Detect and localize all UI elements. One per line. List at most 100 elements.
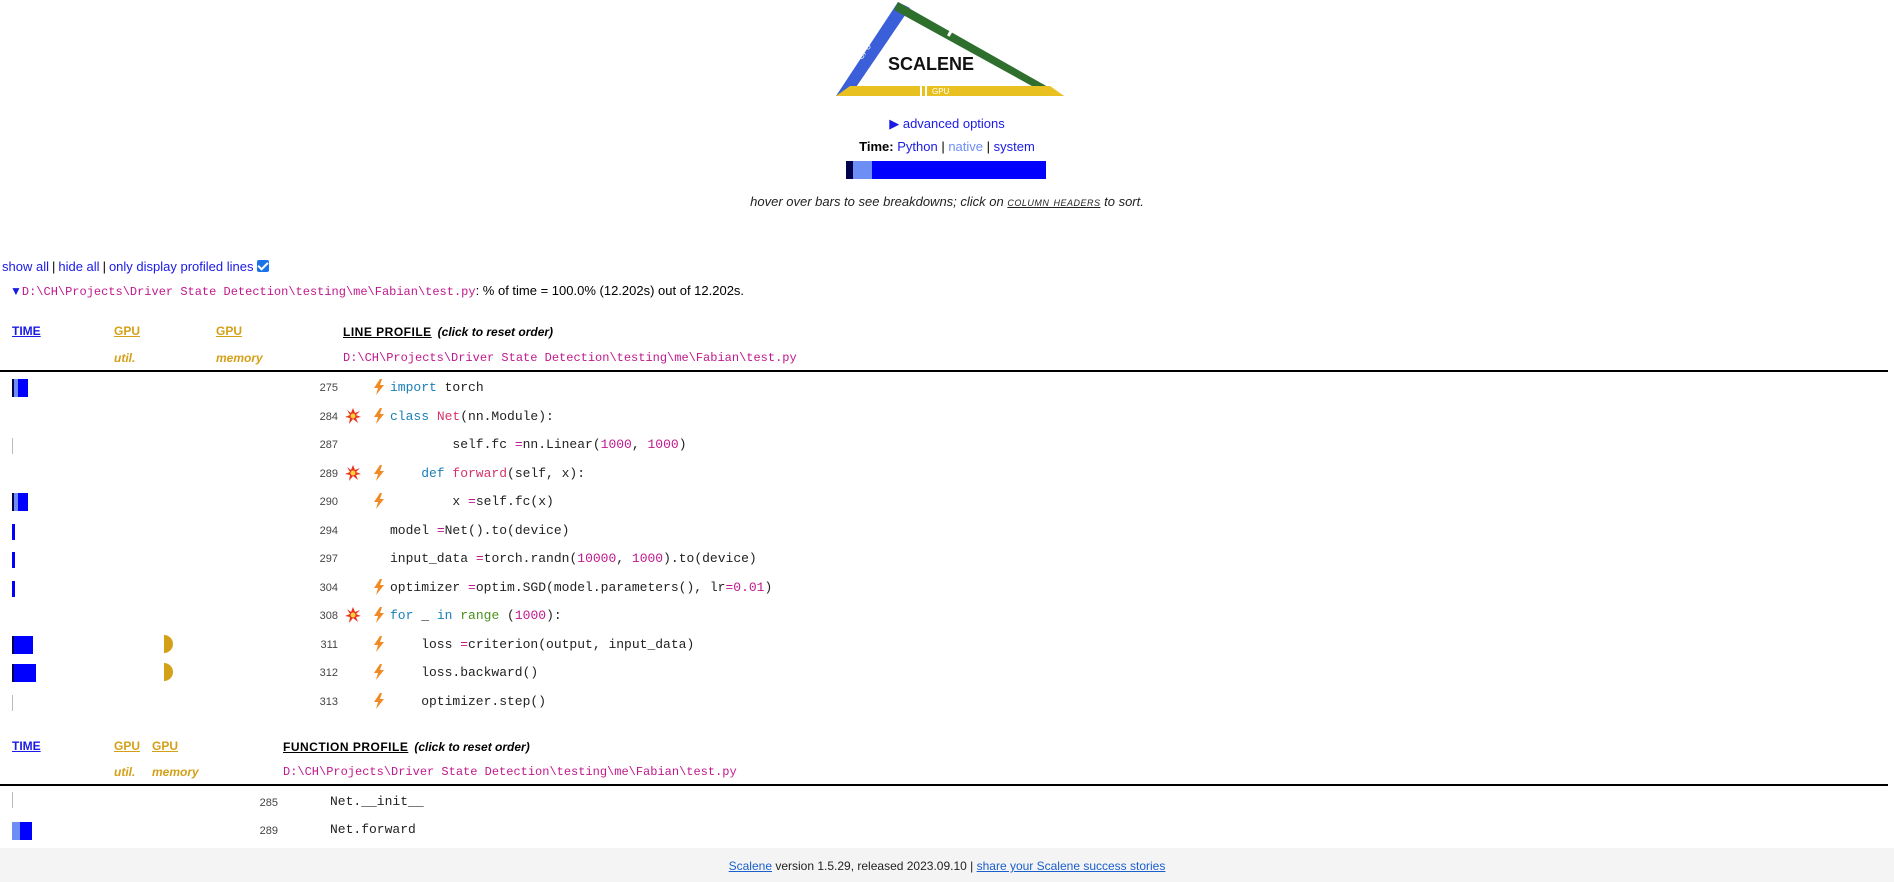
header-rule	[0, 370, 1888, 372]
time-bar[interactable]	[12, 664, 36, 682]
lightning-icon[interactable]	[373, 635, 385, 652]
time-bar[interactable]	[12, 379, 28, 397]
line-number: 284	[319, 410, 338, 423]
explosion-icon[interactable]	[345, 607, 361, 623]
table-row: 304 optimizer =optim.SGD(model.parameters…	[0, 573, 1890, 601]
line-profile-title[interactable]: LINE PROFILE (click to reset order)	[343, 324, 553, 339]
column-header-gpu-util[interactable]: GPU	[114, 324, 140, 338]
table-row: 311 loss =criterion(output, input_data)	[0, 630, 1890, 658]
source-code: input_data =torch.randn(10000, 1000).to(…	[390, 551, 757, 566]
share-link[interactable]: share your Scalene success stories	[977, 859, 1166, 873]
gpu-memory-pie[interactable]	[163, 663, 173, 681]
subheader-memory: memory	[216, 351, 263, 365]
fn-column-header-gpu-memory[interactable]: GPU	[152, 739, 178, 753]
time-bar[interactable]	[12, 523, 15, 540]
time-bar-native	[853, 161, 872, 179]
line-number: 290	[319, 496, 338, 508]
legend-system: system	[993, 139, 1035, 154]
lightning-icon[interactable]	[373, 379, 385, 395]
toggle-sep: |	[51, 259, 56, 274]
source-code: loss.backward()	[421, 665, 539, 680]
table-row: 275 import torch	[0, 373, 1890, 401]
lightning-icon[interactable]	[373, 578, 385, 595]
line-profile-note: (click to reset order)	[437, 325, 554, 339]
lightning-icon[interactable]	[373, 464, 385, 481]
collapse-triangle-icon[interactable]: ▼	[10, 284, 22, 298]
table-row: 284 class Net(nn.Module):	[0, 402, 1890, 430]
source-code: optimizer.step()	[421, 693, 547, 709]
source-code: optimizer =optim.SGD(model.parameters(),…	[390, 579, 773, 595]
time-bar[interactable]	[12, 552, 15, 568]
column-header-gpu-memory[interactable]: GPU	[216, 324, 242, 338]
time-bar-tiny[interactable]	[12, 438, 13, 454]
time-bar-tiny[interactable]	[12, 694, 13, 711]
table-row: 285 Net.__init__	[0, 788, 1890, 816]
time-legend: Time: Python | native | system	[0, 139, 1894, 154]
column-header-time[interactable]: TIME	[12, 324, 41, 338]
source-code: self.fc =nn.Linear(1000, 1000)	[452, 437, 687, 452]
table-row: 289 def forward(self, x):	[0, 459, 1890, 487]
legend-python: Python	[897, 139, 938, 154]
line-number: 287	[319, 439, 338, 451]
legend-native: native	[948, 139, 984, 154]
line-number: 312	[319, 667, 338, 679]
line-number: 275	[319, 382, 338, 394]
file-header[interactable]: ▼D:\CH\Projects\Driver State Detection\t…	[10, 283, 744, 299]
line-number: 294	[319, 524, 338, 537]
lightning-icon[interactable]	[373, 407, 385, 424]
line-number: 313	[319, 695, 338, 708]
line-number: 289	[319, 467, 338, 480]
time-bar-system	[12, 379, 14, 397]
source-code: class Net(nn.Module):	[390, 408, 554, 424]
line-number: 297	[319, 553, 338, 565]
legend-sep: |	[986, 139, 991, 154]
line-profile-path: D:\CH\Projects\Driver State Detection\te…	[343, 351, 797, 365]
time-bar[interactable]	[12, 822, 32, 840]
fn-column-header-time[interactable]: TIME	[12, 739, 41, 753]
time-bar-native	[12, 822, 20, 840]
legend-sep: |	[941, 139, 945, 154]
hint-before: hover over bars to see breakdowns; click…	[750, 194, 1008, 209]
explosion-icon[interactable]	[345, 464, 361, 481]
function-profile-path: D:\CH\Projects\Driver State Detection\te…	[283, 765, 737, 779]
function-profile-note: (click to reset order)	[414, 740, 530, 754]
time-bar[interactable]	[12, 493, 28, 511]
function-name: Net.__init__	[330, 794, 424, 809]
show-all-link[interactable]: show all	[2, 259, 49, 274]
file-summary: : % of time = 100.0% (12.202s) out of 12…	[475, 283, 745, 298]
lightning-icon[interactable]	[373, 493, 385, 509]
fn-column-header-gpu-util[interactable]: GPU	[114, 739, 140, 753]
line-profile-label: LINE PROFILE	[343, 325, 432, 339]
source-code: loss =criterion(output, input_data)	[421, 636, 695, 652]
explosion-icon[interactable]	[345, 407, 361, 424]
time-bar-system	[12, 493, 14, 511]
fn-header-rule	[0, 784, 1888, 786]
function-profile-title[interactable]: FUNCTION PROFILE (click to reset order)	[283, 739, 530, 754]
hide-all-link[interactable]: hide all	[58, 259, 99, 274]
time-bar-tiny[interactable]	[12, 792, 13, 808]
advanced-options-toggle[interactable]: ▶ advanced options	[0, 116, 1894, 132]
time-bar[interactable]	[12, 580, 15, 597]
file-path: D:\CH\Projects\Driver State Detection\te…	[21, 285, 476, 299]
lightning-icon[interactable]	[373, 607, 385, 623]
total-time-bar[interactable]	[846, 161, 1046, 179]
lightning-icon[interactable]	[373, 692, 385, 709]
logo-gpu: GPU	[932, 87, 950, 96]
only-profiled-checkbox[interactable]	[257, 260, 270, 272]
footer: Scalene version 1.5.29, released 2023.09…	[0, 848, 1894, 882]
function-name: Net.forward	[330, 822, 416, 837]
time-bar[interactable]	[12, 635, 33, 654]
function-profile-label: FUNCTION PROFILE	[283, 740, 409, 754]
gpu-memory-pie[interactable]	[163, 634, 173, 653]
scalene-link[interactable]: Scalene	[729, 859, 772, 873]
table-row: 290 x =self.fc(x)	[0, 487, 1890, 515]
fn-subheader-memory: memory	[152, 765, 199, 779]
only-profiled-label[interactable]: only display profiled lines	[109, 259, 254, 274]
table-row: 312 loss.backward()	[0, 658, 1890, 686]
lightning-icon[interactable]	[373, 664, 385, 680]
source-code: for _ in range (1000):	[390, 608, 562, 623]
hint-after: to sort.	[1100, 194, 1144, 209]
hint-text: hover over bars to see breakdowns; click…	[0, 194, 1894, 209]
time-label: Time:	[859, 139, 894, 154]
hint-column-headers: column headers	[1007, 194, 1101, 209]
